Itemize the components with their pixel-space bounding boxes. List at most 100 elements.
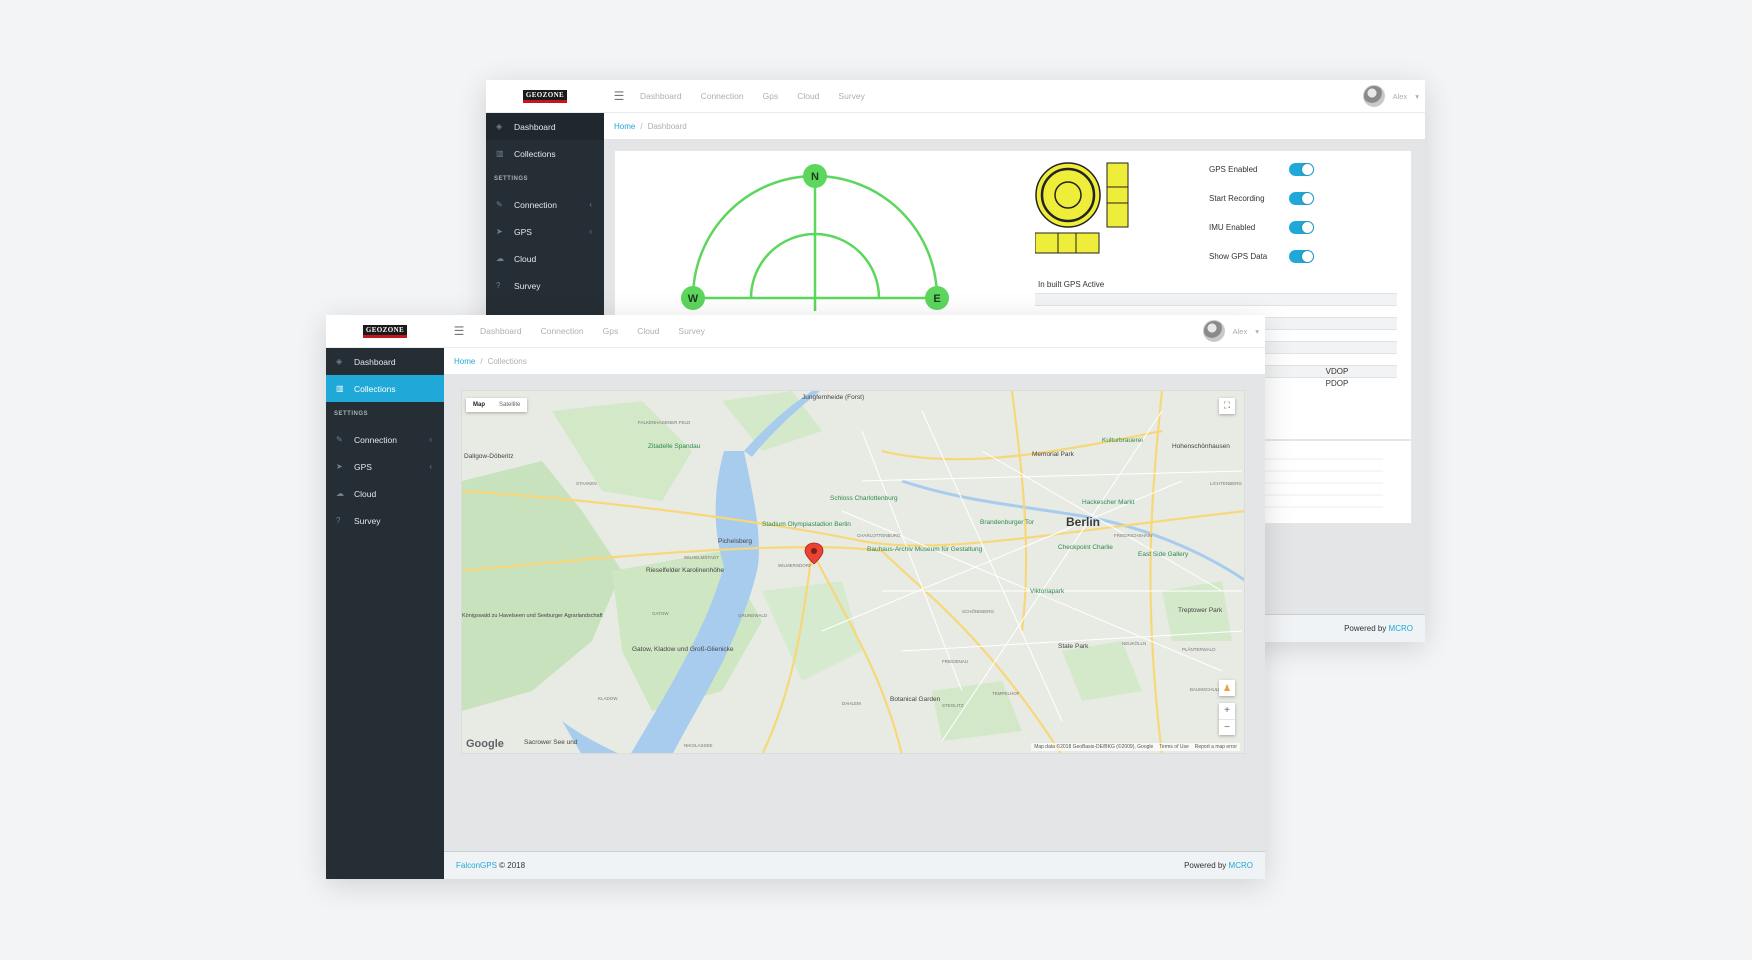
user-menu[interactable]: Alex ▾ — [1202, 320, 1259, 342]
table-cell — [1277, 317, 1397, 330]
sidebar-item-label: Dashboard — [354, 356, 396, 367]
logo[interactable]: GEOZONE — [326, 315, 444, 348]
chevron-left-icon: ‹ — [589, 200, 592, 209]
nav-connection[interactable]: Connection — [701, 91, 744, 101]
sidebar-item-label: Connection — [514, 199, 558, 210]
start-recording-switch[interactable] — [1289, 192, 1314, 205]
street-view-icon[interactable]: ♟ — [1219, 680, 1235, 696]
sidebar-item-collections[interactable]: ▥ Collections — [326, 375, 444, 402]
powered-by: Powered by MCRO — [1344, 624, 1413, 633]
sidebar-item-cloud[interactable]: ☁ Cloud — [486, 245, 604, 272]
nav-survey[interactable]: Survey — [838, 91, 864, 101]
map-label: East Side Gallery — [1138, 551, 1189, 558]
map-label: Pichelsberg — [718, 538, 752, 545]
main-content: Berlin Zitadelle Spandau Schloss Charlot… — [444, 375, 1265, 879]
breadcrumb-home[interactable]: Home — [454, 357, 475, 366]
nav-cloud[interactable]: Cloud — [637, 326, 659, 336]
breadcrumb: Home / Collections — [444, 348, 1265, 375]
caret-down-icon[interactable]: ▾ — [1415, 92, 1419, 101]
avatar[interactable] — [1202, 320, 1225, 342]
sidebar-item-label: Cloud — [354, 488, 377, 499]
zoom-in-button[interactable]: + — [1219, 703, 1235, 719]
map-label: Hackescher Markt — [1082, 499, 1135, 506]
dashboard-icon: ◈ — [336, 357, 343, 366]
fullscreen-icon[interactable]: ⛶ — [1219, 398, 1235, 414]
map-label: State Park — [1058, 643, 1089, 650]
caret-down-icon[interactable]: ▾ — [1255, 327, 1259, 336]
terms-link[interactable]: Terms of Use — [1159, 744, 1188, 750]
sidebar-item-dashboard[interactable]: ◈ Dashboard — [326, 348, 444, 375]
report-error-link[interactable]: Report a map error — [1195, 744, 1237, 750]
map-label: Dallgow-Döberitz — [464, 453, 514, 460]
show-gps-data-switch[interactable] — [1289, 250, 1314, 263]
map-label: GRUNEWALD — [738, 613, 768, 618]
sidebar-item-collections[interactable]: ▥ Collections — [486, 140, 604, 167]
copyright: FalconGPS © 2018 — [456, 861, 525, 870]
map[interactable]: Berlin Zitadelle Spandau Schloss Charlot… — [461, 390, 1245, 754]
user-menu[interactable]: Alex ▾ — [1362, 85, 1419, 107]
breadcrumb: Home / Dashboard — [604, 113, 1425, 140]
sidebar-item-label: Collections — [514, 148, 556, 159]
mcro-link[interactable]: MCRO — [1229, 861, 1253, 870]
imu-enabled-switch[interactable] — [1289, 221, 1314, 234]
map-label: STAAKEN — [576, 481, 597, 486]
sidebar-item-survey[interactable]: ? Survey — [326, 507, 444, 534]
question-icon: ? — [496, 281, 501, 290]
google-logo: Google — [466, 738, 504, 750]
user-name[interactable]: Alex — [1393, 92, 1408, 101]
toggle-start-recording: Start Recording — [1209, 192, 1314, 205]
sidebar-item-label: Connection — [354, 434, 398, 445]
map-attribution-text: Map data ©2018 GeoBasis-DE/BKG (©2009), … — [1034, 744, 1154, 750]
map-icon: ▥ — [336, 384, 344, 393]
nav-cloud[interactable]: Cloud — [797, 91, 819, 101]
user-name[interactable]: Alex — [1233, 327, 1248, 336]
sidebar-item-dashboard[interactable]: ◈ Dashboard — [486, 113, 604, 140]
sidebar-item-survey[interactable]: ? Survey — [486, 272, 604, 299]
avatar[interactable] — [1362, 85, 1385, 107]
nav-dashboard[interactable]: Dashboard — [640, 91, 682, 101]
nav-connection[interactable]: Connection — [541, 326, 584, 336]
compass-east: E — [933, 293, 940, 305]
falcongps-link[interactable]: FalconGPS — [456, 861, 497, 870]
top-nav: Dashboard Connection Gps Cloud Survey — [480, 326, 705, 336]
sidebar-item-label: Survey — [354, 515, 381, 526]
compass-west: W — [688, 293, 699, 305]
map-label: FRIEDRICHSHAIN — [1114, 533, 1153, 538]
zoom-out-button[interactable]: − — [1219, 719, 1235, 735]
map-type-satellite-button[interactable]: Satellite — [492, 398, 527, 412]
map-label: KLADOW — [598, 696, 618, 701]
hamburger-icon[interactable]: ☰ — [604, 89, 634, 103]
top-bar: GEOZONE ☰ Dashboard Connection Gps Cloud… — [326, 315, 1265, 348]
hamburger-icon[interactable]: ☰ — [444, 324, 474, 338]
breadcrumb-home[interactable]: Home — [614, 122, 635, 131]
map-label: Checkpoint Charlie — [1058, 544, 1113, 551]
nav-dashboard[interactable]: Dashboard — [480, 326, 522, 336]
table-cell: PDOP — [1277, 377, 1397, 390]
map-canvas[interactable] — [462, 391, 1245, 754]
powered-by-text: Powered by — [1344, 624, 1387, 633]
sidebar-section-title: SETTINGS — [494, 176, 529, 182]
map-attribution: Map data ©2018 GeoBasis-DE/BKG (©2009), … — [1031, 743, 1240, 751]
logo[interactable]: GEOZONE — [486, 80, 604, 113]
nav-gps[interactable]: Gps — [603, 326, 619, 336]
map-label: Memorial Park — [1032, 451, 1074, 458]
sidebar-item-connection[interactable]: ✎ Connection ‹ — [326, 426, 444, 453]
compass-north: N — [811, 171, 819, 183]
gps-enabled-switch[interactable] — [1289, 163, 1314, 176]
nav-gps[interactable]: Gps — [763, 91, 779, 101]
sidebar-item-gps[interactable]: ➤ GPS ‹ — [326, 453, 444, 480]
plug-icon: ✎ — [496, 200, 503, 209]
nav-survey[interactable]: Survey — [678, 326, 704, 336]
sidebar-item-gps[interactable]: ➤ GPS ‹ — [486, 218, 604, 245]
chevron-left-icon: ‹ — [429, 435, 432, 444]
map-type-map-button[interactable]: Map — [466, 398, 492, 412]
cloud-icon: ☁ — [496, 254, 504, 263]
map-label: STEGLITZ — [942, 703, 964, 708]
sidebar-item-cloud[interactable]: ☁ Cloud — [326, 480, 444, 507]
sidebar-item-connection[interactable]: ✎ Connection ‹ — [486, 191, 604, 218]
sidebar-item-label: Dashboard — [514, 121, 556, 132]
toggle-show-gps-data: Show GPS Data — [1209, 250, 1314, 263]
mcro-link[interactable]: MCRO — [1389, 624, 1413, 633]
map-label: Kulturbrauerei — [1102, 437, 1143, 444]
map-label: CHARLOTTENBURG — [857, 533, 901, 538]
